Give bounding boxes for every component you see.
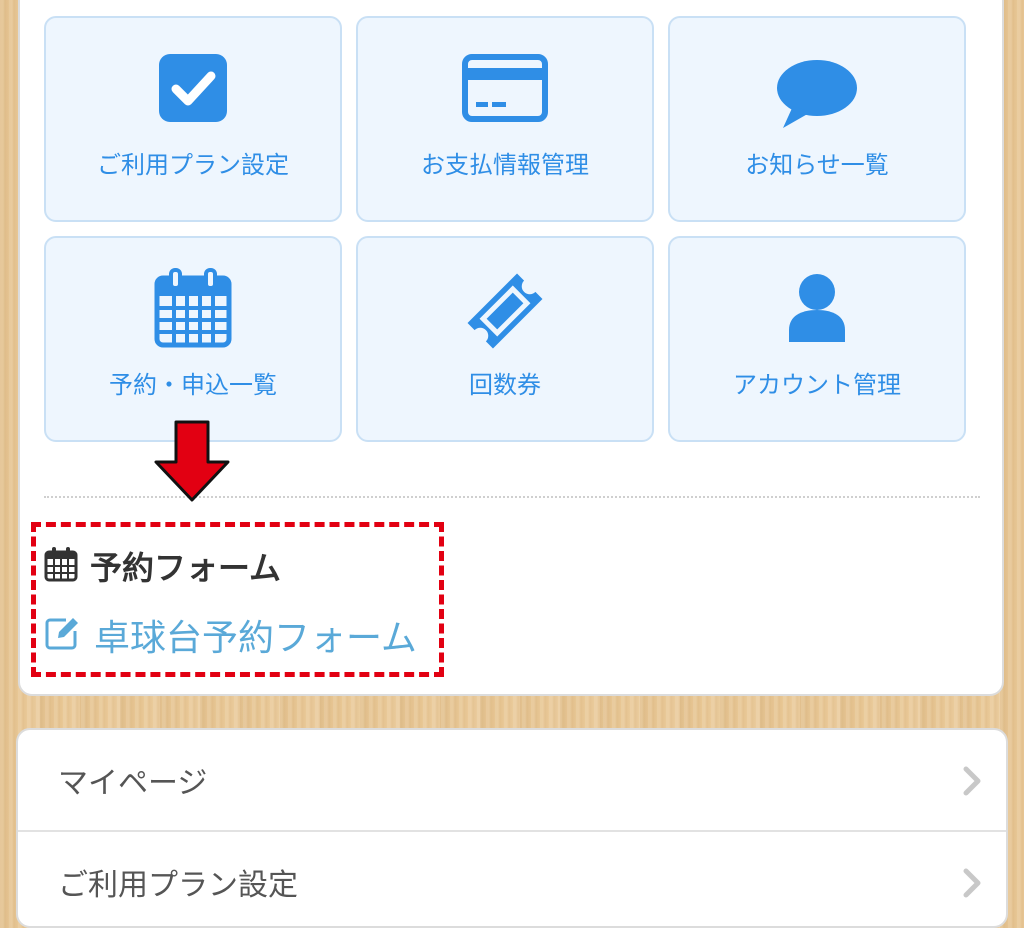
tile-payment-info[interactable]: お支払情報管理 — [356, 16, 654, 222]
credit-card-icon — [462, 54, 548, 126]
speech-bubble-icon — [775, 58, 859, 134]
navigation-menu: マイページ ご利用プラン設定 — [16, 728, 1008, 928]
tile-label: アカウント管理 — [733, 371, 901, 399]
chevron-right-icon — [962, 766, 982, 800]
section-title: 予約フォーム — [90, 549, 282, 587]
arrow-down-icon — [152, 420, 232, 508]
reservation-form-heading: 予約フォーム — [44, 546, 282, 587]
chevron-right-icon — [962, 868, 982, 902]
menu-item-label: マイページ — [58, 766, 208, 801]
calendar-icon — [44, 546, 78, 586]
tile-reservations[interactable]: 予約・申込一覧 — [44, 236, 342, 442]
tile-label: 回数券 — [469, 371, 541, 399]
tile-notifications[interactable]: お知らせ一覧 — [668, 16, 966, 222]
tile-label: 予約・申込一覧 — [109, 371, 277, 399]
tile-plan-settings[interactable]: ご利用プラン設定 — [44, 16, 342, 222]
tile-label: ご利用プラン設定 — [97, 151, 289, 179]
menu-item-mypage[interactable]: マイページ — [18, 730, 1006, 830]
calendar-icon — [154, 268, 232, 352]
user-icon — [787, 272, 847, 348]
ticket-icon — [462, 268, 548, 358]
checkbox-icon — [159, 54, 227, 126]
edit-icon — [44, 615, 80, 655]
link-label: 卓球台予約フォーム — [94, 618, 417, 659]
tile-account-management[interactable]: アカウント管理 — [668, 236, 966, 442]
menu-item-plan-settings[interactable]: ご利用プラン設定 — [18, 832, 1006, 926]
tile-label: お支払情報管理 — [421, 151, 589, 179]
menu-item-label: ご利用プラン設定 — [58, 868, 298, 903]
tile-coupon-tickets[interactable]: 回数券 — [356, 236, 654, 442]
tile-label: お知らせ一覧 — [745, 151, 889, 179]
table-tennis-reservation-link[interactable]: 卓球台予約フォーム — [44, 612, 417, 659]
